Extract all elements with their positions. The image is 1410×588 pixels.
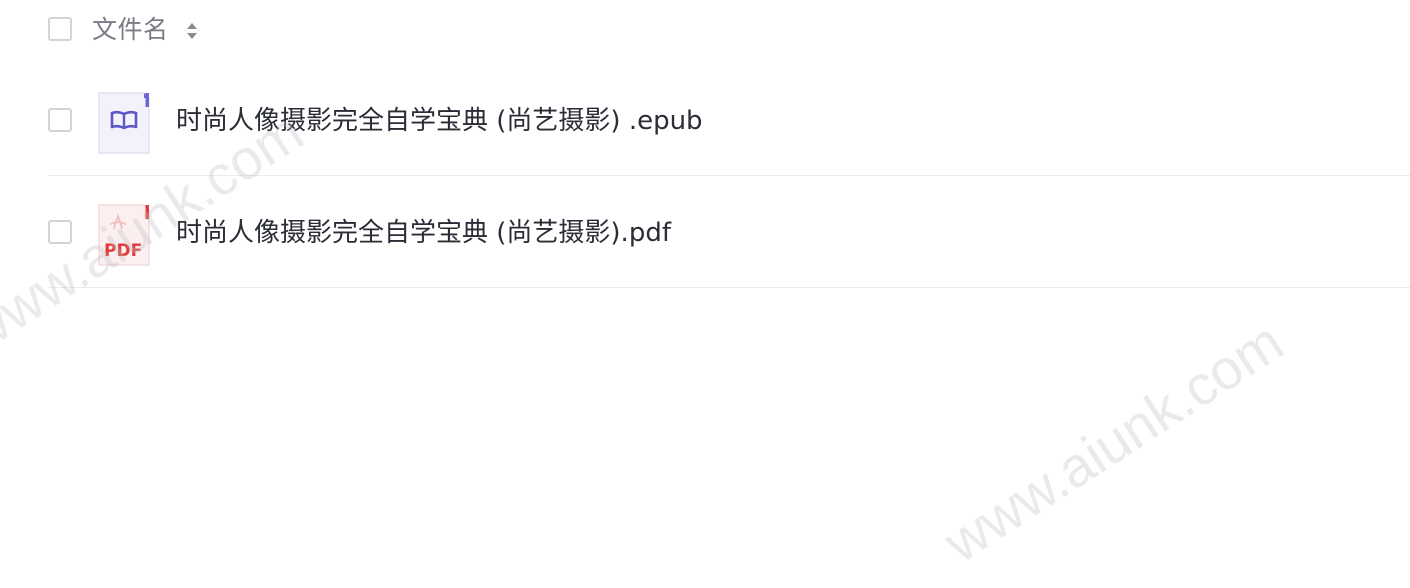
column-header-filename[interactable]: 文件名 [92, 13, 169, 47]
sort-toggle-icon[interactable] [185, 19, 199, 43]
file-checkbox[interactable] [48, 220, 72, 244]
select-all-checkbox[interactable] [48, 17, 72, 41]
pdf-icon-label: PDF [104, 241, 142, 261]
epub-book-icon [98, 92, 150, 154]
file-name[interactable]: 时尚人像摄影完全自学宝典 (尚艺摄影).pdf [176, 215, 671, 251]
watermark: www.aiunk.com [933, 309, 1294, 575]
pdf-icon: PDF [98, 204, 150, 266]
file-list: 文件名 时尚人像摄影完全自学宝典 (尚艺摄影) .epub PDF 时尚人像摄影… [0, 0, 1410, 588]
file-list-header: 文件名 [0, 0, 1410, 62]
file-row[interactable]: 时尚人像摄影完全自学宝典 (尚艺摄影) .epub [0, 64, 1410, 176]
row-divider [48, 287, 1410, 288]
file-checkbox[interactable] [48, 108, 72, 132]
file-row[interactable]: PDF 时尚人像摄影完全自学宝典 (尚艺摄影).pdf [0, 176, 1410, 288]
file-name[interactable]: 时尚人像摄影完全自学宝典 (尚艺摄影) .epub [176, 103, 703, 139]
